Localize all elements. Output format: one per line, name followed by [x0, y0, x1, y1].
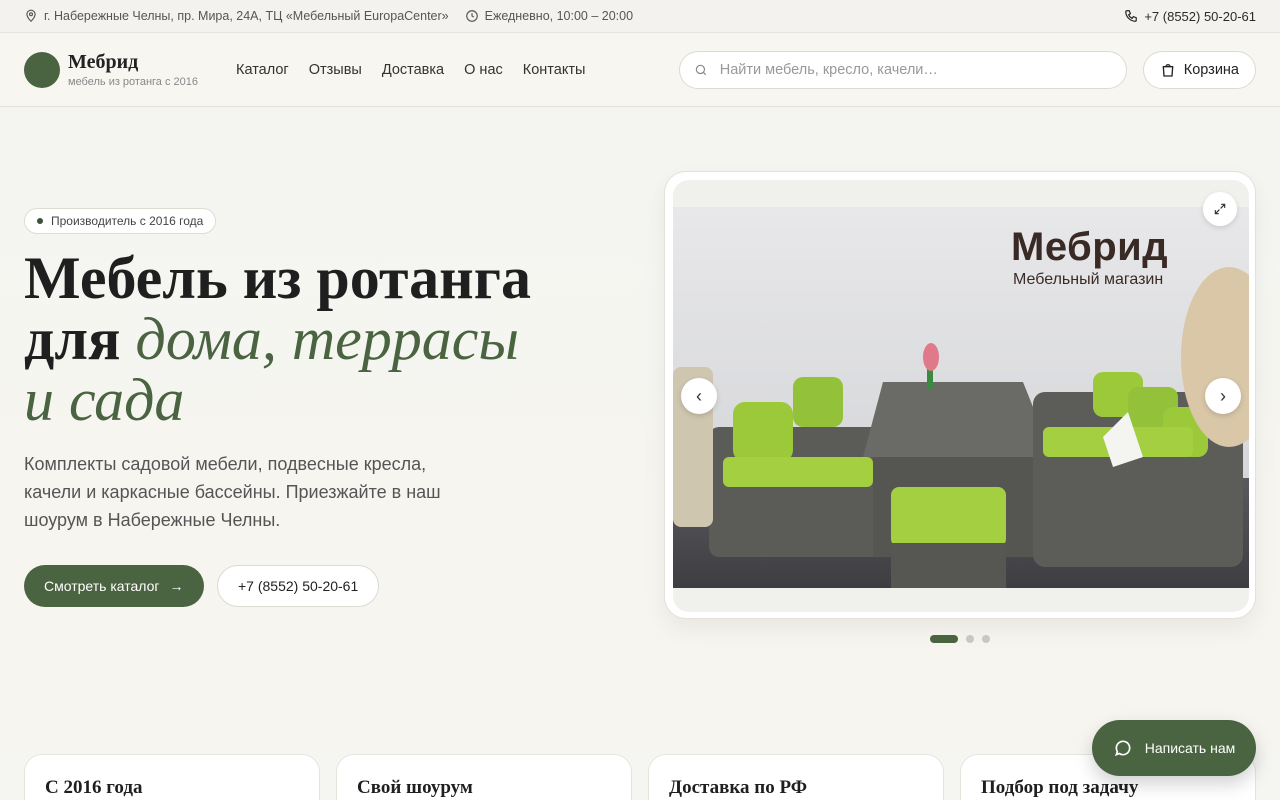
brand-logo-link[interactable]: Мебрид мебель из ротанга с 2016: [24, 51, 236, 88]
shopping-bag-icon: [1162, 63, 1174, 77]
slider-next-button[interactable]: ›: [1205, 378, 1241, 414]
hero-section: Производитель с 2016 года Мебель из рота…: [0, 107, 1280, 747]
hero-title-line2-accent: дома, террасы: [135, 306, 520, 372]
feature-card-title: Подбор под задачу: [981, 777, 1139, 798]
hero-title: Мебель из ротанга для дома, террасы и са…: [24, 248, 624, 431]
feature-card-title: Доставка по РФ: [669, 777, 808, 798]
hero-title-line1: Мебель из ротанга: [24, 245, 531, 311]
call-phone-label: +7 (8552) 50-20-61: [238, 578, 359, 594]
phone-icon: [1125, 10, 1138, 22]
feature-card-title: С 2016 года: [45, 777, 143, 798]
slider-pagination: [930, 635, 990, 643]
site-header: Мебрид мебель из ротанга с 2016 Каталог …: [0, 33, 1280, 107]
search-input[interactable]: [719, 61, 1112, 78]
slider-prev-button[interactable]: ‹: [681, 378, 717, 414]
topbar-phone-link[interactable]: +7 (8552) 50-20-61: [1124, 9, 1256, 24]
hero-title-line2-plain: для: [24, 306, 136, 372]
feature-card-title: Свой шоурум: [357, 777, 473, 798]
topbar-phone-text: +7 (8552) 50-20-61: [1144, 8, 1256, 24]
nav-about[interactable]: О нас: [464, 62, 503, 78]
clock-icon: [465, 10, 478, 22]
main-nav: Каталог Отзывы Доставка О нас Контакты: [236, 62, 585, 78]
slider-dot-2[interactable]: [966, 635, 974, 643]
slider-dot-3[interactable]: [982, 635, 990, 643]
feature-card: С 2016 года: [24, 754, 320, 800]
hours-text: Ежедневно, 10:00 – 20:00: [484, 9, 634, 23]
brand-logo-circle: [24, 51, 60, 88]
location-pin-icon: [26, 9, 36, 23]
hero-title-line3-accent: и сада: [24, 367, 185, 433]
top-info-bar: г. Набережные Челны, пр. Мира, 24А, ТЦ «…: [0, 0, 1280, 33]
feature-card: Свой шоурум: [336, 754, 632, 800]
cart-button[interactable]: Корзина: [1142, 50, 1256, 89]
arrow-right-icon: →: [169, 578, 184, 594]
nav-catalog[interactable]: Каталог: [236, 62, 289, 78]
badge-text: Производитель с 2016 года: [51, 214, 204, 228]
hero-description: Комплекты садовой мебели, подвесные крес…: [24, 454, 441, 530]
view-catalog-label: Смотреть каталог: [44, 578, 160, 594]
view-catalog-button[interactable]: Смотреть каталог →: [24, 565, 204, 607]
expand-icon: [1214, 203, 1226, 215]
nav-reviews[interactable]: Отзывы: [309, 62, 362, 78]
brand-name: Мебрид: [68, 51, 139, 73]
chevron-left-icon: ‹: [696, 385, 702, 406]
nav-contacts[interactable]: Контакты: [523, 62, 586, 78]
address-text: г. Набережные Челны, пр. Мира, 24А, ТЦ «…: [44, 9, 449, 23]
producer-badge: Производитель с 2016 года: [24, 208, 217, 234]
cart-label: Корзина: [1183, 61, 1239, 78]
hours-info: Ежедневно, 10:00 – 20:00: [465, 9, 633, 23]
nav-delivery[interactable]: Доставка: [382, 62, 444, 78]
chat-bubble-icon: [1114, 740, 1131, 757]
hero-image-slider: Мебрид Мебельный магазин ‹ ›: [664, 171, 1256, 619]
slide-frame: Мебрид Мебельный магазин ‹ ›: [673, 180, 1249, 612]
call-phone-button[interactable]: +7 (8552) 50-20-61: [217, 565, 380, 607]
fullscreen-button[interactable]: [1203, 192, 1237, 226]
badge-dot-icon: [37, 218, 43, 224]
feature-card: Доставка по РФ: [648, 754, 944, 800]
feature-cards: С 2016 года Свой шоурум Доставка по РФ П…: [24, 754, 1256, 800]
address-info: г. Набережные Челны, пр. Мира, 24А, ТЦ «…: [24, 9, 449, 23]
slider-dot-1[interactable]: [930, 635, 958, 643]
search-icon: [695, 64, 706, 75]
showroom-photo: Мебрид Мебельный магазин: [673, 207, 1249, 588]
search-box[interactable]: [678, 50, 1127, 89]
brand-tagline: мебель из ротанга с 2016: [68, 76, 199, 88]
chevron-right-icon: ›: [1220, 385, 1226, 406]
rattan-furniture-illustration: [673, 267, 1249, 588]
chat-button-label: Написать нам: [1144, 740, 1236, 756]
chat-button[interactable]: Написать нам: [1092, 720, 1256, 776]
